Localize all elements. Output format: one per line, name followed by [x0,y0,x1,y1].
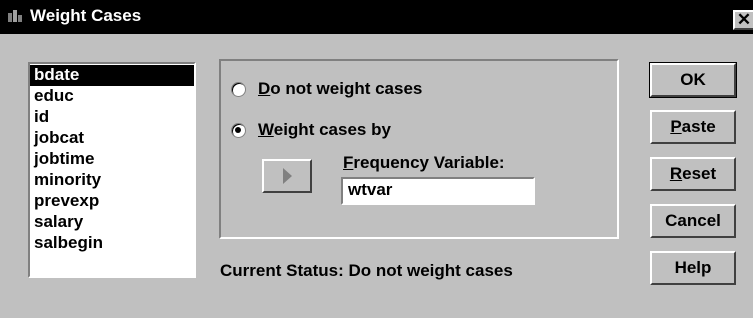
paste-button[interactable]: Paste [650,110,736,144]
list-item[interactable]: prevexp [30,191,194,212]
help-button[interactable]: Help [650,251,736,285]
radio-button[interactable] [231,122,246,138]
radio-label-do-not-weight: Do not weight cases [258,79,423,98]
frequency-variable-field[interactable]: wtvar [341,177,535,205]
frequency-variable-label: Frequency Variable: [343,153,505,172]
list-item[interactable]: salbegin [30,233,194,254]
dialog-title: Weight Cases [30,6,142,25]
close-icon: ✕ [736,10,752,29]
radio-do-not-weight[interactable]: Do not weight cases [231,77,422,101]
weight-options-group: Do not weight cases Weight cases by Freq… [219,59,619,239]
radio-weight-cases-by[interactable]: Weight cases by [231,118,391,142]
list-item[interactable]: id [30,107,194,128]
list-item[interactable]: salary [30,212,194,233]
title-bar: Weight Cases ✕ [0,0,753,34]
weight-cases-dialog: Weight Cases ✕ bdate educ id jobcat jobtime m… [0,0,753,318]
reset-button[interactable]: Reset [650,157,736,191]
radio-button[interactable] [231,81,246,97]
move-variable-button[interactable] [262,159,312,193]
close-button[interactable]: ✕ [733,10,753,30]
ok-button[interactable]: OK [649,62,737,98]
list-item[interactable]: bdate [30,65,194,86]
current-status: Current Status: Do not weight cases [220,261,513,280]
right-arrow-icon [283,168,292,184]
radio-label-weight-cases-by: Weight cases by [258,120,391,139]
list-item[interactable]: minority [30,170,194,191]
list-item[interactable]: jobtime [30,149,194,170]
cancel-button[interactable]: Cancel [650,204,736,238]
app-icon [8,10,22,22]
list-item[interactable]: educ [30,86,194,107]
list-item[interactable]: jobcat [30,128,194,149]
variable-list[interactable]: bdate educ id jobcat jobtime minority prevexp s… [28,62,196,278]
